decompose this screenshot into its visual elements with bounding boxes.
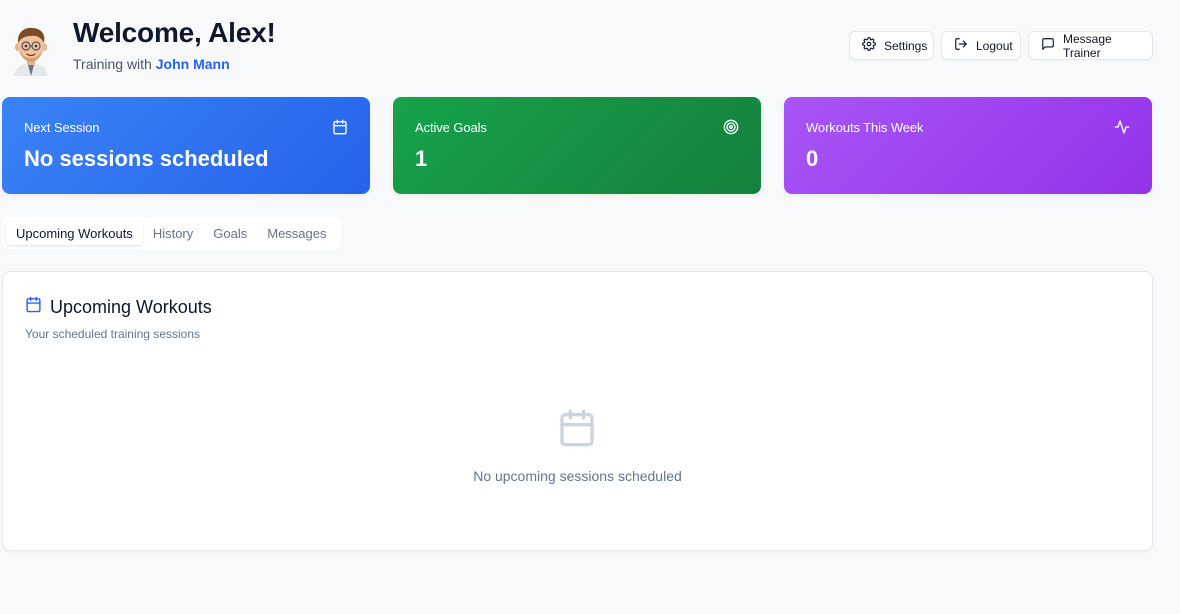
empty-calendar-icon [557, 408, 597, 448]
calendar-icon [332, 119, 348, 135]
page-header: Welcome, Alex! Training with John Mann S… [0, 0, 1180, 90]
workouts-this-week-card: Workouts This Week 0 [784, 97, 1152, 194]
card-label: Workouts This Week [806, 120, 924, 135]
empty-state-message: No upcoming sessions scheduled [473, 468, 682, 484]
card-label: Next Session [24, 120, 100, 135]
tab-messages[interactable]: Messages [257, 221, 336, 245]
subtitle-prefix: Training with [73, 56, 152, 72]
upcoming-workouts-panel: Upcoming Workouts Your scheduled trainin… [2, 271, 1153, 551]
settings-label: Settings [884, 38, 928, 53]
card-value: No sessions scheduled [24, 146, 269, 171]
settings-button[interactable]: Settings [849, 31, 934, 60]
tab-list: Upcoming Workouts History Goals Messages [2, 217, 341, 249]
target-icon [723, 119, 739, 135]
logout-label: Logout [976, 38, 1013, 53]
message-trainer-label: Message Trainer [1063, 31, 1112, 60]
card-value: 0 [806, 146, 819, 171]
trainer-subtitle: Training with John Mann [73, 56, 230, 72]
tab-history[interactable]: History [143, 221, 203, 245]
logout-button[interactable]: Logout [941, 31, 1021, 60]
activity-icon [1114, 119, 1130, 135]
trainer-name: John Mann [155, 56, 230, 72]
calendar-icon [25, 296, 42, 318]
tab-upcoming-workouts[interactable]: Upcoming Workouts [6, 221, 143, 245]
gear-icon [862, 37, 876, 54]
message-icon [1041, 37, 1055, 54]
avatar [8, 24, 54, 76]
page-title: Welcome, Alex! [73, 17, 276, 48]
card-label: Active Goals [415, 120, 487, 135]
panel-heading: Upcoming Workouts [25, 296, 212, 318]
logout-icon [954, 37, 968, 54]
message-trainer-button[interactable]: Message Trainer [1028, 31, 1153, 60]
panel-description: Your scheduled training sessions [25, 327, 201, 341]
panel-title: Upcoming Workouts [50, 296, 212, 317]
tab-goals[interactable]: Goals [203, 221, 257, 245]
next-session-card: Next Session No sessions scheduled [2, 97, 370, 194]
card-value: 1 [415, 146, 428, 171]
active-goals-card: Active Goals 1 [393, 97, 761, 194]
